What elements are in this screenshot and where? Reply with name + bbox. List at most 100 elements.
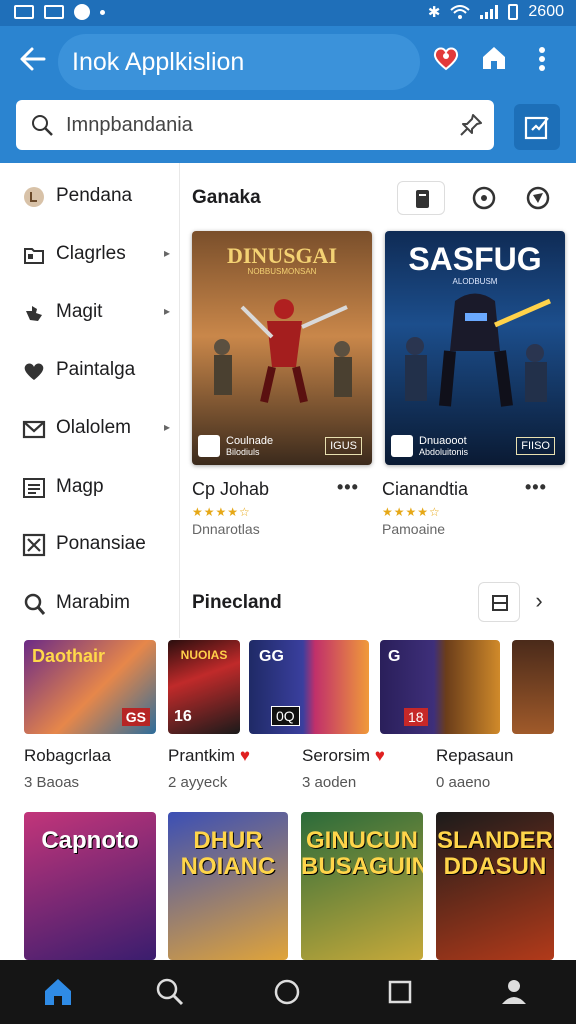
thumb-label: Prantkim xyxy=(168,746,236,765)
thumb-tag: GS xyxy=(121,708,150,726)
heart-badge-icon xyxy=(433,47,459,71)
thumb-1[interactable]: Daothair GS xyxy=(24,640,156,734)
card-more-button[interactable]: ••• xyxy=(337,477,359,498)
folder-icon xyxy=(24,248,44,264)
more-vert-icon xyxy=(539,47,545,71)
thumb-label[interactable]: Repasaun xyxy=(436,746,514,766)
nav-profile-button[interactable] xyxy=(496,974,532,1010)
edit-square-icon xyxy=(524,116,549,140)
thumb-sub: 2 ayyeck xyxy=(168,774,228,791)
sidebar-item-magp[interactable]: Magp xyxy=(0,462,180,512)
favorites-button[interactable] xyxy=(432,44,460,72)
notification-dot-icon xyxy=(100,9,105,15)
featured-card-1[interactable]: DINUSGAI NOBBUSMONSAN Coulnade Bilodiuls … xyxy=(192,231,372,465)
poster-card-3[interactable]: GINUCUN BUSAGUIN xyxy=(301,812,423,960)
view-toggle-button[interactable] xyxy=(478,582,520,622)
nav-search-button[interactable] xyxy=(152,974,188,1010)
game-logo-icon xyxy=(391,435,413,457)
chevron-right-icon: ▸ xyxy=(164,420,171,434)
thumb-art-title: GG xyxy=(259,648,284,665)
card-sub: Pamoaine xyxy=(382,521,446,537)
card-art-subtitle: ALODBUSM xyxy=(452,277,498,286)
card-more-button[interactable]: ••• xyxy=(525,477,547,498)
thumb-art-title: G xyxy=(388,648,401,665)
back-button[interactable] xyxy=(18,44,50,76)
thumb-label-wrap[interactable]: Serorsim ♥ xyxy=(302,746,385,766)
thumb-label: Serorsim xyxy=(302,746,371,765)
list-icon xyxy=(23,478,45,498)
chevron-right-icon: › xyxy=(535,588,543,613)
sidebar-item-clagrles[interactable]: Clagrles ▸ xyxy=(0,229,180,279)
record-button[interactable] xyxy=(467,181,501,215)
app-bar: Inok Applkislion Imnpbandania xyxy=(0,26,576,163)
heart-icon: ♥ xyxy=(239,746,250,765)
poster-card-1[interactable]: Capnoto xyxy=(24,812,156,960)
app-title: Inok Applkislion xyxy=(72,48,245,76)
messenger-icon xyxy=(74,4,90,20)
thumb-2[interactable]: NUOIAS 16 xyxy=(168,640,240,734)
sidebar-item-paintalga[interactable]: Paintalga xyxy=(0,345,180,395)
thumb-sub: 3 Baoas xyxy=(24,774,80,791)
sidebar-item-olalolem[interactable]: Olalolem ▸ xyxy=(0,403,180,453)
square-icon xyxy=(388,980,412,1004)
poster-title: SLANDER DDASUN xyxy=(436,827,553,880)
home-icon xyxy=(483,47,505,69)
next-button[interactable]: › xyxy=(524,588,554,618)
status-time: 2600 xyxy=(528,3,564,20)
sidebar-item-label: Clagrles xyxy=(56,243,126,264)
home-button[interactable] xyxy=(480,44,508,72)
sidebar-item-pendana[interactable]: Pendana xyxy=(0,171,180,221)
bluetooth-icon: ✱ xyxy=(427,4,441,21)
heart-icon: ♥ xyxy=(374,746,385,765)
more-options-button[interactable] xyxy=(530,44,554,74)
nav-recents-button[interactable] xyxy=(382,974,418,1010)
poster-card-4[interactable]: SLANDER DDASUN xyxy=(436,812,554,960)
card-name[interactable]: Cp Johab xyxy=(192,479,269,500)
filter-button[interactable] xyxy=(397,181,445,215)
pin-icon[interactable] xyxy=(458,112,484,138)
poster-card-2[interactable]: DHUR NOIANC xyxy=(168,812,288,960)
sidebar-item-ponansiae[interactable]: Ponansiae xyxy=(0,519,180,569)
warrior-art-icon xyxy=(214,299,352,403)
gallery-icon xyxy=(44,5,64,19)
search-bar[interactable]: Imnpbandania xyxy=(16,100,494,150)
sidebar-item-magit[interactable]: Magit ▸ xyxy=(0,287,180,337)
card-tag: FIISO xyxy=(516,437,555,455)
search-input[interactable]: Imnpbandania xyxy=(66,114,193,137)
card-badge-title: Coulnade xyxy=(226,435,274,447)
thumb-label[interactable]: Robagcrlaa xyxy=(24,746,111,766)
sidebar-item-label: Pendana xyxy=(56,185,133,206)
explore-button[interactable] xyxy=(521,181,555,215)
card-tag: IGUS xyxy=(325,437,362,455)
thumb-label-wrap[interactable]: Prantkim ♥ xyxy=(168,746,250,766)
nav-home-button[interactable] xyxy=(40,974,76,1010)
featured-card-2[interactable]: SASFUG ALODBUSM Dnuaooot Abdoluitonis FII… xyxy=(385,231,565,465)
card-badge-title: Dnuaooot xyxy=(419,435,467,447)
thumb-3[interactable]: GG 0Q xyxy=(249,640,369,734)
close-box-icon xyxy=(22,533,46,557)
poster-title: Capnoto xyxy=(41,827,139,854)
thumb-5[interactable] xyxy=(512,640,554,734)
compose-button[interactable] xyxy=(514,104,560,150)
card-art-title: DINUSGAI xyxy=(226,243,338,268)
sidebar-item-label: Ponansiae xyxy=(56,533,146,554)
thumb-tag: 16 xyxy=(174,708,192,725)
profile-icon xyxy=(502,980,526,1004)
sidebar-item-label: Paintalga xyxy=(56,359,136,380)
rating-stars: ★★★★☆ xyxy=(192,505,251,519)
sidebar-item-marabim[interactable]: Marabim xyxy=(0,578,180,628)
thumb-art-title: NUOIAS xyxy=(180,648,228,662)
rating-stars: ★★★★☆ xyxy=(382,505,441,519)
card-name[interactable]: Cianandtia xyxy=(382,479,468,500)
main-content: Ganaka DINUSGAI NOBBUSMONSAN Coulnade Bil… xyxy=(181,163,576,603)
sidebar-item-label: Olalolem xyxy=(56,417,131,438)
card-badge-sub: Abdoluitonis xyxy=(419,447,469,457)
title-pill: Inok Applkislion xyxy=(58,34,420,90)
wifi-icon xyxy=(450,5,471,19)
thumb-4[interactable]: G 18 xyxy=(380,640,500,734)
sidebar: Pendana Clagrles ▸ Magit ▸ Paintalga Olalolem ▸… xyxy=(0,163,180,638)
chevron-right-icon: ▸ xyxy=(164,304,171,318)
poster-title: DHUR NOIANC xyxy=(180,827,276,880)
heart-icon xyxy=(24,363,44,380)
nav-home-circle-button[interactable] xyxy=(269,974,305,1010)
